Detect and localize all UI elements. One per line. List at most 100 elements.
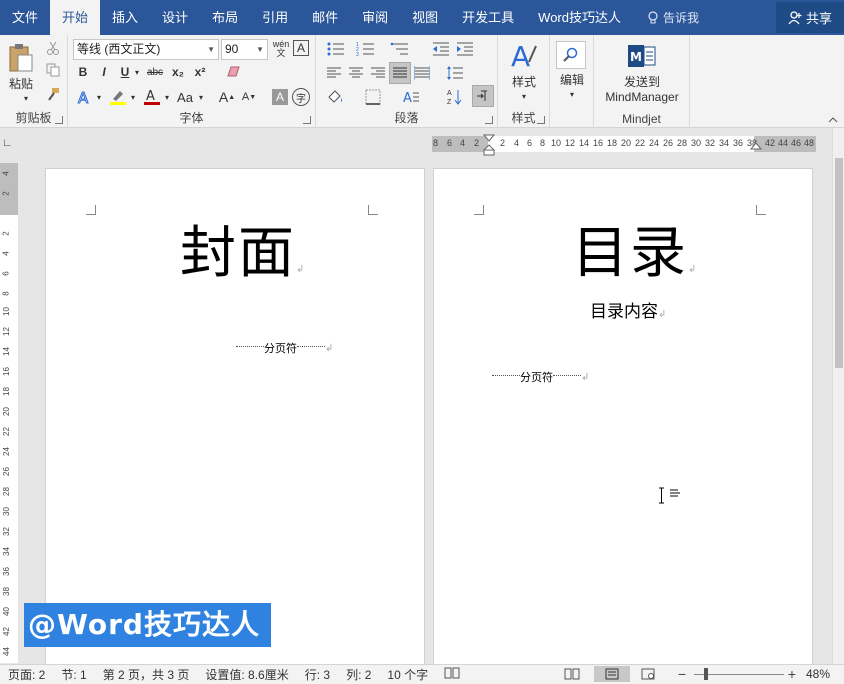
- multilevel-list-button[interactable]: [388, 39, 412, 59]
- web-layout-button[interactable]: [638, 666, 658, 682]
- zoom-level[interactable]: 48%: [806, 667, 830, 681]
- ruler-num: 42: [1, 627, 11, 636]
- indent-marker-icon[interactable]: [483, 134, 495, 156]
- phonetic-guide-button[interactable]: wén 文: [272, 39, 290, 59]
- align-left-button[interactable]: [324, 63, 344, 83]
- increase-indent-button[interactable]: [454, 39, 476, 59]
- zoom-out-button[interactable]: −: [672, 666, 692, 682]
- ruler-num: 46: [791, 138, 802, 148]
- borders-button[interactable]: [362, 87, 384, 107]
- status-setting[interactable]: 设置值: 8.6厘米: [197, 666, 296, 683]
- person-icon: [788, 10, 802, 24]
- status-section[interactable]: 节: 1: [53, 666, 94, 683]
- tab-home[interactable]: 开始: [50, 0, 101, 35]
- editing-button[interactable]: [556, 41, 586, 69]
- tab-insert[interactable]: 插入: [100, 0, 150, 35]
- bullets-button[interactable]: [324, 39, 348, 59]
- horizontal-ruler[interactable]: 8 6 4 2 2 4 6 8 10 12 14 16 18 20 22 24 …: [432, 134, 816, 156]
- status-line[interactable]: 行: 3: [297, 666, 338, 683]
- align-right-button[interactable]: [368, 63, 388, 83]
- shrink-font-button[interactable]: A ▼: [240, 87, 258, 107]
- styles-launcher[interactable]: [537, 116, 545, 124]
- read-mode-button[interactable]: [562, 666, 582, 682]
- bold-button[interactable]: B: [74, 63, 92, 81]
- superscript-button[interactable]: x²: [190, 63, 210, 81]
- justify-button[interactable]: [389, 62, 411, 84]
- tab-references[interactable]: 引用: [250, 0, 300, 35]
- share-button[interactable]: 共享: [776, 2, 844, 33]
- strikethrough-button[interactable]: abc: [144, 63, 166, 81]
- tab-design[interactable]: 设计: [150, 0, 200, 35]
- subscript-button[interactable]: x₂: [168, 63, 188, 81]
- proofing-status[interactable]: [436, 667, 468, 682]
- grow-font-button[interactable]: A ▲: [218, 87, 236, 107]
- scrollbar-thumb[interactable]: [835, 158, 843, 368]
- font-color-button[interactable]: A: [142, 87, 162, 107]
- underline-dropdown[interactable]: ▾: [132, 63, 142, 81]
- line-spacing-button[interactable]: [444, 63, 466, 83]
- tab-review[interactable]: 审阅: [350, 0, 400, 35]
- styles-dropdown[interactable]: ▾: [518, 91, 530, 101]
- page-cover[interactable]: 封面↲ 分页符 ↲: [45, 168, 425, 668]
- font-color-dropdown[interactable]: ▾: [162, 87, 172, 107]
- text-effects-dropdown[interactable]: ▾: [94, 87, 104, 107]
- italic-button[interactable]: I: [95, 63, 113, 81]
- enclose-char-button[interactable]: 字: [292, 88, 310, 106]
- format-painter-button[interactable]: [44, 85, 62, 103]
- mindjet-group-label: Mindjet: [622, 112, 661, 126]
- status-page-of[interactable]: 第 2 页，共 3 页: [95, 666, 198, 683]
- text-effects-button[interactable]: A: [74, 87, 94, 107]
- page-toc[interactable]: 目录↲ 目录内容↲ 分页符 ↲: [433, 168, 813, 668]
- char-shading-button[interactable]: A: [272, 89, 288, 105]
- font-launcher[interactable]: [303, 116, 311, 124]
- clipboard-launcher[interactable]: [55, 116, 63, 124]
- group-font: 等线 (西文正文) ▼ 90 ▼ wén 文 A B I U ▾ abc x₂ x²…: [68, 35, 316, 128]
- status-word-count[interactable]: 10 个字: [379, 666, 436, 683]
- tab-selector[interactable]: ∟: [2, 137, 13, 149]
- bullet-list-icon: [327, 42, 344, 56]
- tab-view[interactable]: 视图: [400, 0, 450, 35]
- print-layout-button[interactable]: [594, 666, 630, 682]
- show-marks-button[interactable]: [472, 85, 494, 107]
- status-column[interactable]: 列: 2: [338, 666, 379, 683]
- ruler-num: 8: [433, 138, 439, 148]
- copy-button[interactable]: [44, 61, 62, 79]
- ruler-num: 44: [778, 138, 789, 148]
- align-center-button[interactable]: [346, 63, 366, 83]
- styles-button[interactable]: A: [508, 39, 540, 71]
- cut-button[interactable]: [44, 39, 62, 57]
- tab-mailings[interactable]: 邮件: [300, 0, 350, 35]
- right-indent-marker-icon[interactable]: [750, 142, 762, 152]
- change-case-dropdown[interactable]: ▾: [196, 87, 206, 107]
- shading-button[interactable]: [324, 87, 346, 107]
- decrease-indent-button[interactable]: [430, 39, 452, 59]
- paragraph-launcher[interactable]: [485, 116, 493, 124]
- change-case-button[interactable]: Aa: [174, 87, 196, 107]
- tab-file[interactable]: 文件: [0, 0, 50, 35]
- editing-dropdown[interactable]: ▾: [566, 89, 578, 99]
- highlight-button[interactable]: [108, 87, 128, 107]
- tab-word-tips[interactable]: Word技巧达人: [526, 0, 633, 35]
- paste-dropdown[interactable]: ▾: [20, 93, 32, 103]
- clear-format-button[interactable]: [224, 63, 244, 81]
- char-border-button[interactable]: A: [293, 40, 309, 56]
- zoom-in-button[interactable]: +: [782, 666, 802, 682]
- vertical-ruler[interactable]: 4 2 2 4 6 8 10 12 14 16 18 20 22 24 26 2…: [0, 163, 18, 663]
- tell-me-box[interactable]: 告诉我: [633, 9, 699, 26]
- vertical-scrollbar[interactable]: [832, 128, 844, 664]
- sort-button[interactable]: AZ: [444, 87, 466, 107]
- distributed-button[interactable]: [412, 63, 432, 83]
- font-name-combo[interactable]: 等线 (西文正文) ▼: [73, 39, 219, 60]
- numbering-button[interactable]: 123: [354, 39, 378, 59]
- tab-developer[interactable]: 开发工具: [450, 0, 526, 35]
- zoom-slider-thumb[interactable]: [704, 668, 708, 680]
- tab-layout[interactable]: 布局: [200, 0, 250, 35]
- send-to-mindmanager-button[interactable]: M: [626, 41, 658, 71]
- dotted-line: [492, 375, 520, 376]
- collapse-ribbon-button[interactable]: [826, 115, 840, 125]
- font-size-combo[interactable]: 90 ▼: [221, 39, 268, 60]
- status-page[interactable]: 页面: 2: [0, 666, 53, 683]
- paste-button[interactable]: [4, 41, 38, 75]
- highlight-dropdown[interactable]: ▾: [128, 87, 138, 107]
- chinese-layout-button[interactable]: A: [400, 87, 422, 107]
